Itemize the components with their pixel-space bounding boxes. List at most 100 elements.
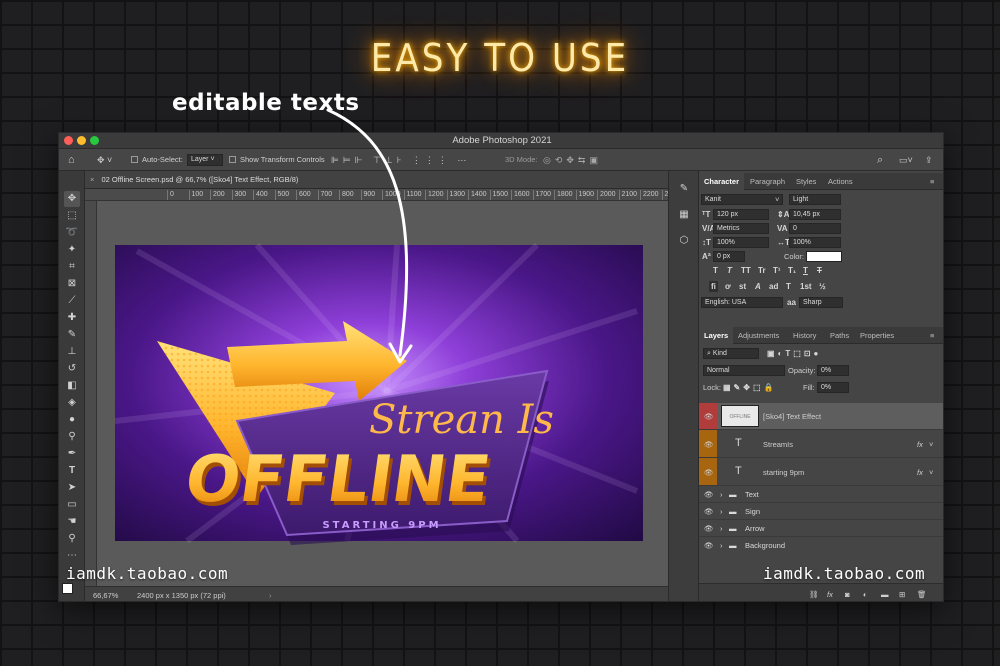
ordinals-button[interactable]: 1st xyxy=(800,281,812,292)
tab-actions[interactable]: Actions xyxy=(823,173,858,190)
mask-icon[interactable]: ◙ xyxy=(845,589,850,600)
paint-bucket-icon[interactable]: ◈ xyxy=(64,395,80,411)
kerning-field[interactable]: Metrics xyxy=(713,223,769,234)
font-style-select[interactable]: Light xyxy=(789,194,841,205)
auto-select-dropdown[interactable]: Layer ˅ xyxy=(187,154,223,166)
crop-tool-icon[interactable]: ⌗ xyxy=(64,259,80,275)
tab-adjustments[interactable]: Adjustments xyxy=(733,327,784,344)
history-brush-icon[interactable]: ↺ xyxy=(64,361,80,377)
strikethrough-button[interactable]: T xyxy=(817,265,822,276)
blur-tool-icon[interactable]: ● xyxy=(64,412,80,428)
zoom-tool-icon[interactable]: ⚲ xyxy=(64,531,80,547)
lasso-tool-icon[interactable]: ➰ xyxy=(64,225,80,241)
zoom-level[interactable]: 66,67% xyxy=(93,587,118,601)
fx-icon[interactable]: fx xyxy=(827,589,833,600)
share-icon[interactable]: ⇪ xyxy=(925,154,933,166)
transform-controls-checkbox[interactable] xyxy=(229,156,236,163)
chevron-right-icon[interactable]: › xyxy=(720,520,723,537)
small-caps-button[interactable]: Tr xyxy=(758,265,766,276)
swash-button[interactable]: A xyxy=(755,281,761,292)
marquee-tool-icon[interactable]: ⬚ xyxy=(64,208,80,224)
close-window-button[interactable] xyxy=(64,136,73,145)
layer-row-starting[interactable]: 👁 T starting 9pm fx ˅ xyxy=(699,457,943,486)
chevron-right-icon[interactable]: › xyxy=(720,486,723,503)
auto-select-checkbox[interactable] xyxy=(131,156,138,163)
eyedropper-tool-icon[interactable]: ⟋ xyxy=(64,293,80,309)
link-icon[interactable]: ⛓ xyxy=(809,589,819,600)
titling-button[interactable]: T xyxy=(786,281,791,292)
folder-icon[interactable]: ▬ xyxy=(881,589,889,600)
tab-history[interactable]: History xyxy=(788,327,821,344)
stylistic-alternates-button[interactable]: ad xyxy=(769,281,778,292)
tab-properties[interactable]: Properties xyxy=(855,327,899,344)
eye-icon[interactable]: 👁 xyxy=(704,503,714,520)
leading-field[interactable]: 10,45 px xyxy=(789,209,841,220)
fractions-button[interactable]: ½ xyxy=(819,281,826,292)
language-select[interactable]: English: USA xyxy=(701,297,783,308)
pen-tool-icon[interactable]: ✒ xyxy=(64,446,80,462)
rectangle-tool-icon[interactable]: ▭ xyxy=(64,497,80,513)
close-tab-icon[interactable]: × xyxy=(85,175,99,184)
eye-icon[interactable]: 👁 xyxy=(704,520,714,537)
3d-cube-icon[interactable]: ⬡ xyxy=(676,233,692,249)
status-chevron-icon[interactable]: › xyxy=(269,587,272,601)
layers-menu-icon[interactable]: ≡ xyxy=(925,327,939,344)
vertical-scale-field[interactable]: 100% xyxy=(713,237,769,248)
tab-styles[interactable]: Styles xyxy=(791,173,821,190)
layer-filter-icons[interactable]: ▣◐T⬚⊡● xyxy=(767,348,821,359)
home-icon[interactable]: ⌂ xyxy=(68,154,75,166)
layer-row-arrow-group[interactable]: 👁 › ▬ Arrow xyxy=(699,519,943,537)
document-tab[interactable]: × 02 Offline Screen.psd @ 66,7% ([Sko4] … xyxy=(85,171,668,189)
move-tool-icon[interactable]: ✥ ˅ xyxy=(97,154,112,166)
old-style-button[interactable]: ơ xyxy=(725,281,731,292)
frame-tool-icon[interactable]: ⊠ xyxy=(64,276,80,292)
fill-field[interactable]: 0% xyxy=(817,382,849,393)
layer-row-text-effect[interactable]: 👁 OFFLINE [Sko4] Text Effect xyxy=(699,403,943,429)
opacity-field[interactable]: 0% xyxy=(817,365,849,376)
foreground-color-swatch[interactable] xyxy=(62,583,73,594)
subscript-button[interactable]: T₁ xyxy=(788,265,796,276)
adjustment-icon[interactable]: ◐ xyxy=(863,589,868,600)
blend-mode-select[interactable]: Normal xyxy=(703,365,785,376)
all-caps-button[interactable]: TT xyxy=(741,265,751,276)
tab-paths[interactable]: Paths xyxy=(825,327,854,344)
text-color-swatch[interactable] xyxy=(806,251,842,262)
trash-icon[interactable]: 🗑 xyxy=(917,589,927,600)
new-layer-icon[interactable]: ⊞ xyxy=(899,589,905,600)
more-tools-icon[interactable]: ⋯ xyxy=(64,548,80,564)
baseline-shift-field[interactable]: 0 px xyxy=(713,251,745,262)
chevron-right-icon[interactable]: › xyxy=(720,537,723,554)
eye-icon[interactable]: 👁 xyxy=(704,439,714,450)
brush-settings-icon[interactable]: ✎ xyxy=(676,181,692,197)
font-size-field[interactable]: 120 px xyxy=(713,209,769,220)
canvas-area[interactable]: Strean Is OFFLINE OFFLINE STARTING 9PM xyxy=(97,201,668,586)
move-tool-icon[interactable]: ✥ xyxy=(64,191,80,207)
type-tool-icon[interactable]: T xyxy=(64,463,80,479)
dodge-tool-icon[interactable]: ⚲ xyxy=(64,429,80,445)
tab-character[interactable]: Character xyxy=(699,173,745,190)
lock-icons[interactable]: ▦✎✥⬚🔒 xyxy=(723,382,776,393)
tab-layers[interactable]: Layers xyxy=(699,327,734,344)
discretionary-ligatures-button[interactable]: st xyxy=(739,281,746,292)
chevron-down-icon[interactable]: ˅ xyxy=(929,467,933,478)
fx-icon[interactable]: fx xyxy=(917,439,923,450)
align-icons[interactable]: ⊫⊨⊩ ⊤⊥⊦ ⋮⋮⋮ ⋯ xyxy=(331,154,470,166)
fx-icon[interactable]: fx xyxy=(917,467,923,478)
horizontal-scale-field[interactable]: 100% xyxy=(789,237,841,248)
font-family-select[interactable]: Kanit xyxy=(701,194,783,205)
panel-menu-icon[interactable]: ≡ xyxy=(925,173,939,190)
faux-italic-button[interactable]: T xyxy=(727,265,732,276)
magic-wand-icon[interactable]: ✦ xyxy=(64,242,80,258)
eye-icon[interactable]: 👁 xyxy=(704,537,714,554)
chevron-down-icon[interactable]: ˅ xyxy=(929,439,933,450)
tracking-field[interactable]: 0 xyxy=(789,223,841,234)
layer-row-sign-group[interactable]: 👁 › ▬ Sign xyxy=(699,502,943,520)
minimize-window-button[interactable] xyxy=(77,136,86,145)
tab-paragraph[interactable]: Paragraph xyxy=(745,173,790,190)
workspace-icon[interactable]: ▭˅ xyxy=(899,154,913,166)
path-selection-icon[interactable]: ➤ xyxy=(64,480,80,496)
layer-row-background-group[interactable]: 👁 › ▬ Background xyxy=(699,536,943,554)
eye-icon[interactable]: 👁 xyxy=(704,486,714,503)
chevron-right-icon[interactable]: › xyxy=(720,503,723,520)
antialias-select[interactable]: Sharp xyxy=(799,297,843,308)
